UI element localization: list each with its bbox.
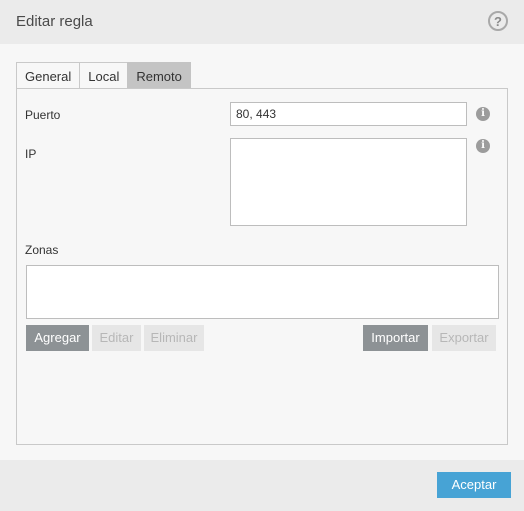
port-input[interactable]: 80, 443: [230, 102, 467, 126]
zones-list[interactable]: [26, 265, 499, 319]
dialog-title: Editar regla: [16, 13, 93, 30]
ip-label: IP: [25, 147, 37, 161]
tab-general[interactable]: General: [16, 62, 81, 88]
dialog-footer: Aceptar: [0, 460, 524, 511]
port-label: Puerto: [25, 108, 61, 122]
export-button[interactable]: Exportar: [432, 325, 496, 351]
accept-button[interactable]: Aceptar: [437, 472, 511, 498]
dialog-body: General Local Remoto Puerto 80, 443 i IP…: [0, 44, 524, 460]
edit-button[interactable]: Editar: [92, 325, 141, 351]
tab-remoto[interactable]: Remoto: [127, 62, 191, 88]
tab-local[interactable]: Local: [79, 62, 129, 88]
ip-info-icon[interactable]: i: [476, 139, 490, 153]
zones-label: Zonas: [25, 243, 59, 257]
delete-button[interactable]: Eliminar: [144, 325, 204, 351]
tab-panel-remoto: Puerto 80, 443 i IP i Zonas Agregar Edit…: [16, 88, 508, 445]
port-info-icon[interactable]: i: [476, 107, 490, 121]
dialog-header: Editar regla ?: [0, 0, 524, 44]
help-icon[interactable]: ?: [488, 11, 508, 31]
import-button[interactable]: Importar: [363, 325, 428, 351]
tab-bar: General Local Remoto: [16, 62, 191, 88]
ip-textarea[interactable]: [230, 138, 467, 226]
add-button[interactable]: Agregar: [26, 325, 89, 351]
